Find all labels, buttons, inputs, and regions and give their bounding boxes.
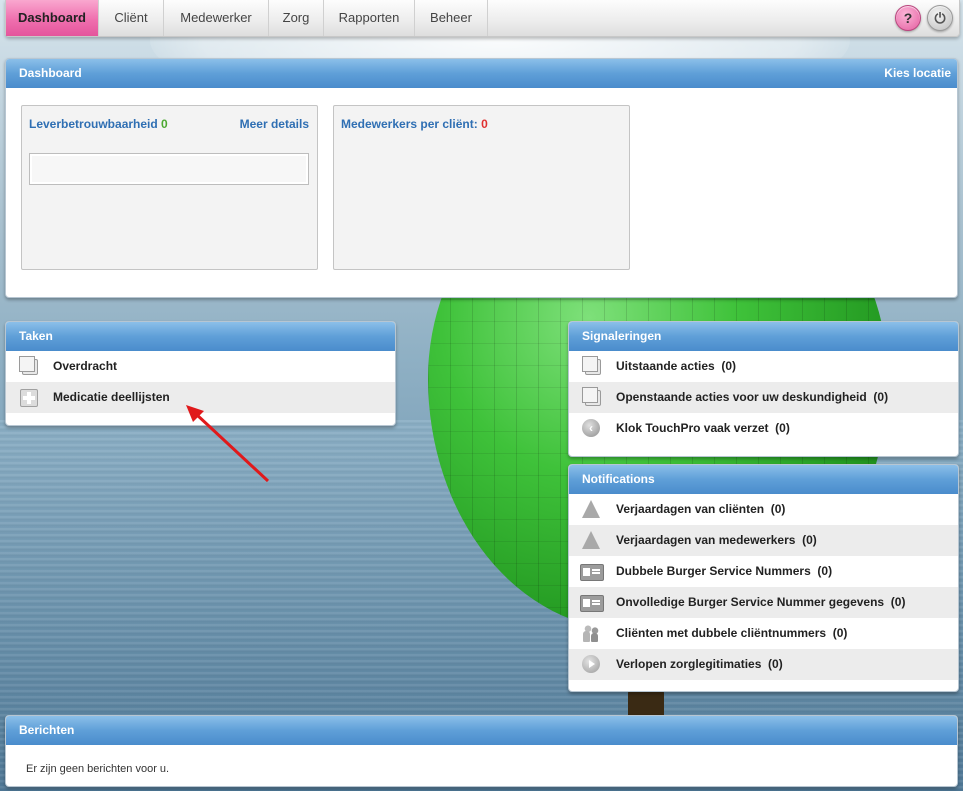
signal-label: Klok TouchPro vaak verzet (0) (616, 421, 790, 435)
task-label: Overdracht (53, 359, 118, 373)
taken-title: Taken (19, 329, 53, 343)
staff-per-client-title: Medewerkers per cliënt: 0 (341, 117, 488, 131)
reliability-chart-box (29, 153, 309, 185)
tab-medewerker[interactable]: Medewerker (164, 0, 269, 36)
signaleringen-panel-header: Signaleringen (569, 322, 958, 351)
tab-dashboard[interactable]: Dashboard (6, 0, 99, 36)
party-hat-icon (582, 531, 600, 549)
signal-uitstaande-acties[interactable]: Uitstaande acties (0) (569, 351, 958, 382)
signaleringen-title: Signaleringen (582, 329, 662, 343)
notification-onvolledige-bsn[interactable]: Onvolledige Burger Service Nummer gegeve… (569, 587, 958, 618)
kies-locatie-link[interactable]: Kies locatie (884, 59, 951, 88)
task-label: Medicatie deellijsten (53, 390, 170, 404)
document-icon (582, 356, 601, 375)
reliability-title: Leverbetrouwbaarheid 0 (29, 117, 168, 131)
document-icon (19, 356, 38, 375)
task-overdracht[interactable]: Overdracht (6, 351, 395, 382)
staff-per-client-value: 0 (481, 117, 488, 131)
notification-verlopen-zorglegitimaties[interactable]: Verlopen zorglegitimaties (0) (569, 649, 958, 680)
signal-klok-touchpro[interactable]: ‹ Klok TouchPro vaak verzet (0) (569, 413, 958, 444)
notification-verjaardagen-clienten[interactable]: Verjaardagen van cliënten (0) (569, 494, 958, 525)
staff-per-client-label: Medewerkers per cliënt: (341, 117, 478, 131)
notification-label: Dubbele Burger Service Nummers (0) (616, 564, 833, 578)
notification-verjaardagen-medewerkers[interactable]: Verjaardagen van medewerkers (0) (569, 525, 958, 556)
reliability-widget: Leverbetrouwbaarheid 0 Meer details (21, 105, 318, 270)
people-icon (581, 624, 601, 643)
taken-panel-header: Taken (6, 322, 395, 351)
tab-beheer[interactable]: Beheer (415, 0, 488, 36)
top-navigation-bar: Dashboard Cliënt Medewerker Zorg Rapport… (5, 0, 960, 37)
task-medicatie-deellijsten[interactable]: Medicatie deellijsten (6, 382, 395, 413)
dashboard-title: Dashboard (19, 66, 82, 80)
no-messages-text: Er zijn geen berichten voor u. (26, 763, 170, 775)
clock-icon: ‹ (582, 419, 600, 437)
signal-openstaande-acties[interactable]: Openstaande acties voor uw deskundigheid… (569, 382, 958, 413)
dashboard-panel-header: Dashboard Kies locatie (6, 59, 957, 88)
staff-per-client-widget: Medewerkers per cliënt: 0 (333, 105, 630, 270)
notifications-title: Notifications (582, 472, 655, 486)
notification-label: Verjaardagen van cliënten (0) (616, 502, 786, 516)
tab-rapporten[interactable]: Rapporten (324, 0, 415, 36)
notification-label: Cliënten met dubbele cliëntnummers (0) (616, 626, 848, 640)
play-icon (582, 655, 600, 673)
help-button[interactable]: ? (895, 5, 921, 31)
signaleringen-panel: Signaleringen Uitstaande acties (0) Open… (568, 321, 959, 457)
notification-dubbele-clientnummers[interactable]: Cliënten met dubbele cliëntnummers (0) (569, 618, 958, 649)
tab-client[interactable]: Cliënt (99, 0, 164, 36)
notifications-panel: Notifications Verjaardagen van cliënten … (568, 464, 959, 692)
party-hat-icon (582, 500, 600, 518)
notification-label: Verlopen zorglegitimaties (0) (616, 657, 783, 671)
power-icon[interactable]: ⏻ (927, 5, 953, 31)
berichten-panel: Berichten Er zijn geen berichten voor u. (5, 715, 958, 787)
reliability-label: Leverbetrouwbaarheid (29, 117, 158, 131)
meer-details-link[interactable]: Meer details (240, 117, 309, 131)
notification-label: Onvolledige Burger Service Nummer gegeve… (616, 595, 906, 609)
medical-cross-icon (20, 389, 38, 407)
tab-zorg[interactable]: Zorg (269, 0, 324, 36)
taken-panel: Taken Overdracht Medicatie deellijsten (5, 321, 396, 426)
dashboard-panel: Dashboard Kies locatie Leverbetrouwbaarh… (5, 58, 958, 298)
document-icon (582, 387, 601, 406)
notification-dubbele-bsn[interactable]: Dubbele Burger Service Nummers (0) (569, 556, 958, 587)
notification-label: Verjaardagen van medewerkers (0) (616, 533, 817, 547)
berichten-panel-header: Berichten (6, 716, 957, 745)
id-card-icon (580, 564, 604, 581)
notifications-panel-header: Notifications (569, 465, 958, 494)
id-card-icon (580, 595, 604, 612)
berichten-title: Berichten (19, 723, 75, 737)
signal-label: Uitstaande acties (0) (616, 359, 737, 373)
signal-label: Openstaande acties voor uw deskundigheid… (616, 390, 889, 404)
reliability-value: 0 (161, 117, 168, 131)
